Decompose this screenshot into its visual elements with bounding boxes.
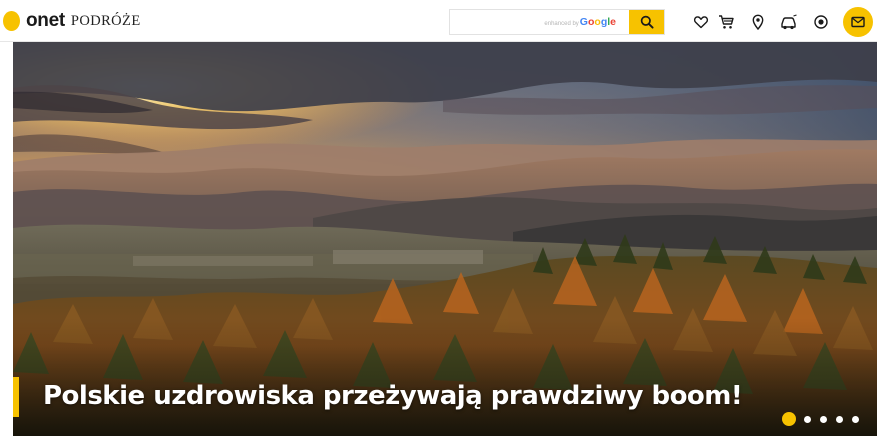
google-wordmark-letter: e — [610, 16, 616, 28]
mail-icon — [851, 16, 865, 28]
logo-dot — [3, 11, 20, 31]
slider-dot[interactable] — [836, 415, 843, 423]
logo-section-name: PODRÓŻE — [70, 12, 141, 29]
google-wordmark-letter: G — [579, 16, 588, 28]
logo-brand-name: onet — [26, 10, 65, 31]
powered-by-label: enhanced by — [544, 21, 579, 27]
headline-accent-bar — [13, 377, 19, 417]
slider-dot[interactable] — [820, 415, 827, 423]
search-icon — [640, 15, 654, 29]
hero-headline[interactable]: Polskie uzdrowiska przeżywają prawdziwy … — [43, 374, 743, 418]
car-icon — [781, 14, 797, 30]
mail-button[interactable] — [843, 7, 873, 37]
map-pin-icon — [752, 14, 764, 30]
radio-icon — [814, 15, 828, 29]
search-box: enhanced by Google — [449, 9, 665, 35]
slider-dot[interactable] — [804, 415, 811, 423]
slider-dot-active[interactable] — [782, 412, 796, 426]
site-logo[interactable]: onet PODRÓŻE — [3, 9, 141, 33]
favorites-button[interactable] — [689, 10, 713, 34]
location-button[interactable] — [746, 10, 770, 34]
cart-icon — [718, 15, 734, 29]
top-navigation-bar: onet PODRÓŻE enhanced by Google — [0, 0, 877, 42]
search-button[interactable] — [629, 10, 664, 34]
search-provider-branding: enhanced by Google — [544, 16, 616, 28]
radio-button[interactable] — [809, 10, 833, 34]
slider-pagination — [782, 411, 868, 427]
google-wordmark: Google — [580, 16, 616, 28]
slider-dot[interactable] — [852, 415, 859, 423]
heart-icon — [693, 16, 709, 29]
car-button[interactable] — [777, 10, 801, 34]
cart-button[interactable] — [714, 10, 738, 34]
